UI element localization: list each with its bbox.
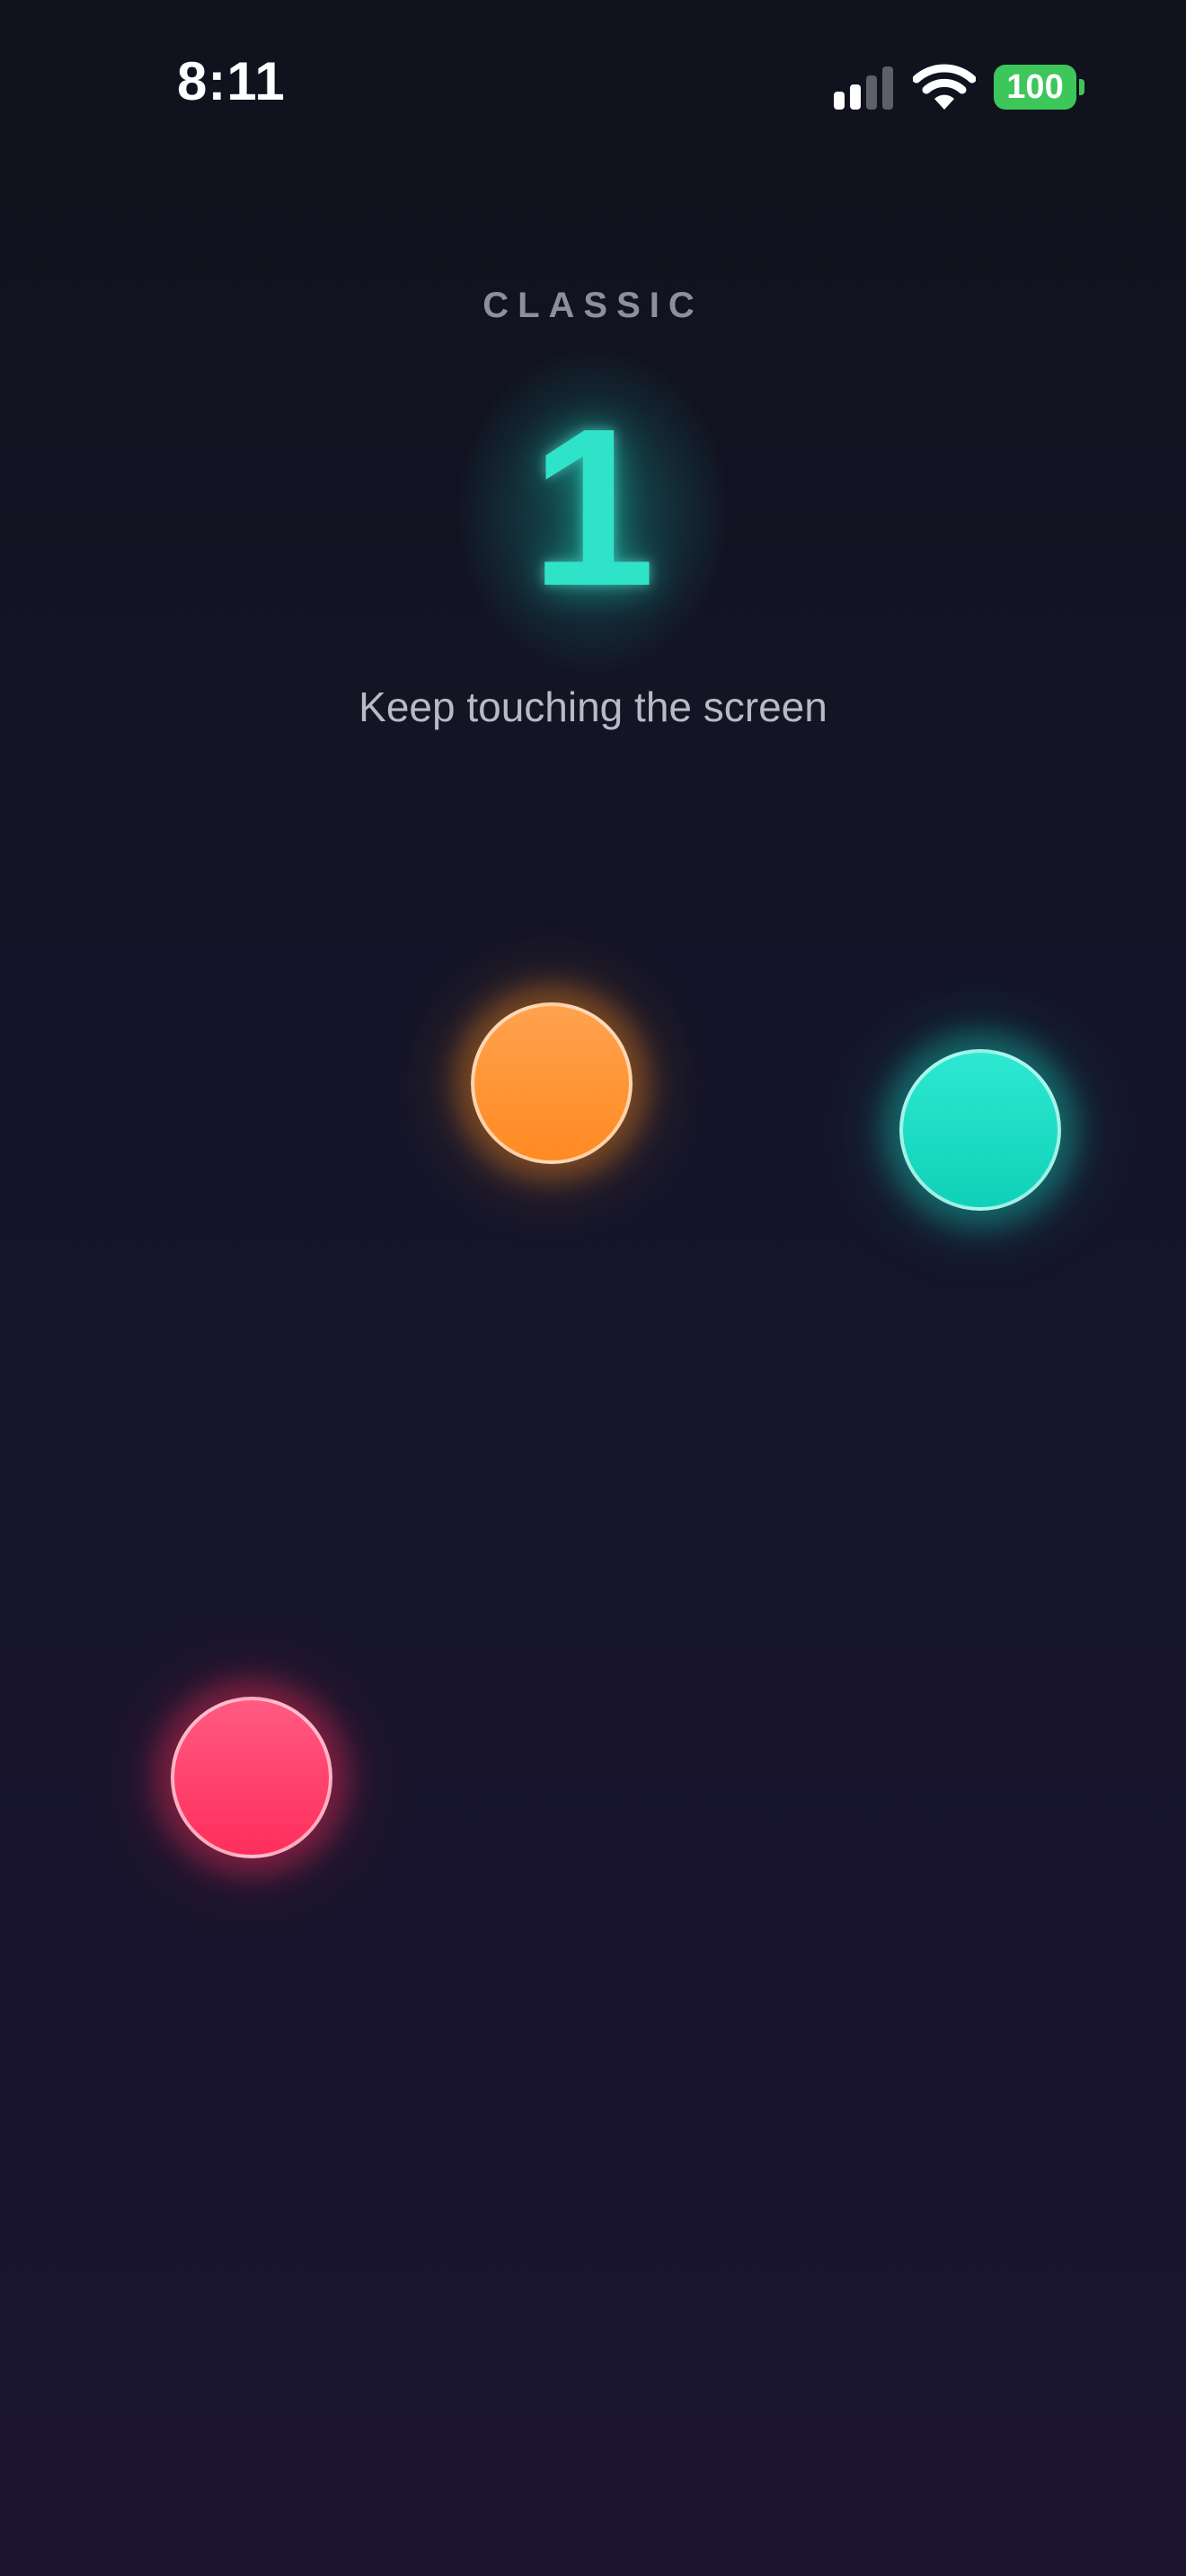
battery-tip (1079, 79, 1084, 95)
status-time: 8:11 (177, 51, 286, 111)
wifi-icon (913, 64, 976, 110)
touch-circle-orange[interactable] (471, 1002, 633, 1164)
battery-icon: 100 (994, 65, 1084, 110)
cellular-signal-icon (834, 66, 893, 110)
touch-circle-teal[interactable] (899, 1049, 1061, 1211)
battery-level: 100 (1006, 68, 1064, 106)
touch-circle-red[interactable] (171, 1697, 332, 1858)
countdown-number: 1 (530, 382, 656, 632)
status-bar: 8:11 100 (0, 0, 1186, 171)
instruction-text: Keep touching the screen (358, 684, 828, 730)
game-mode-label: CLASSIC (482, 286, 704, 325)
